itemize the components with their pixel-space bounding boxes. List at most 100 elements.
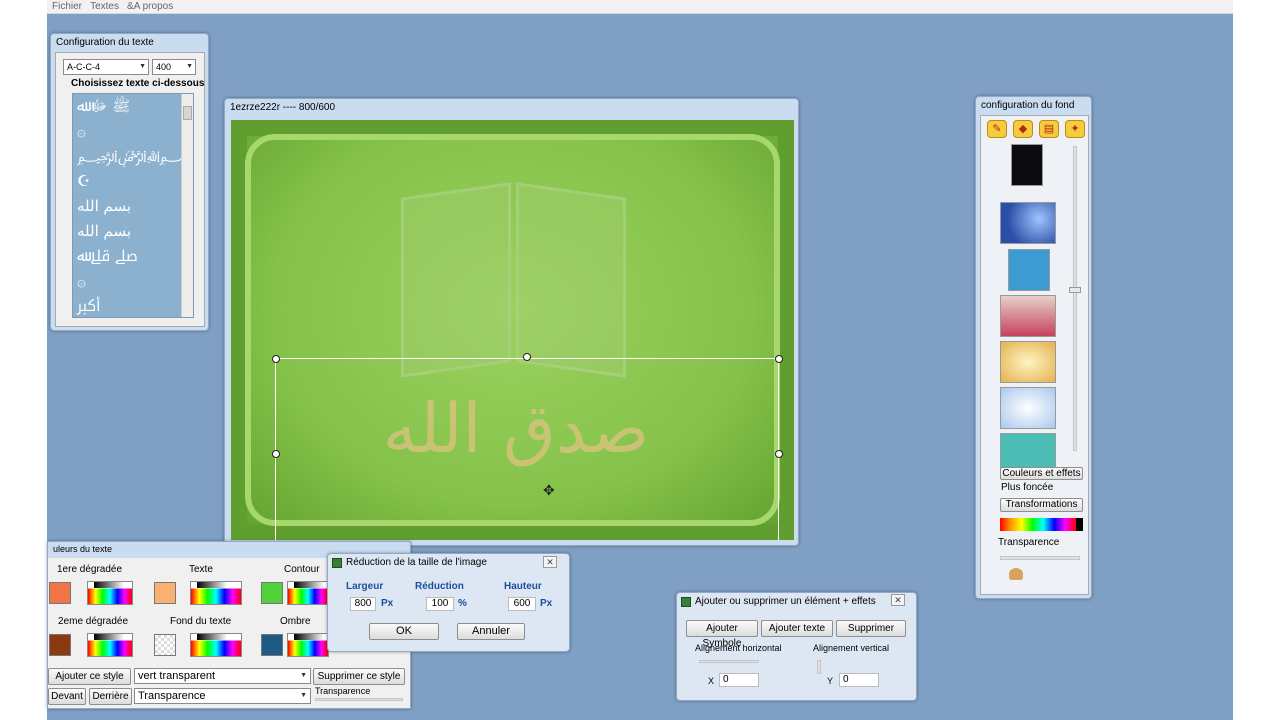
list-item[interactable]: ﷺ ﷻ ﷲ <box>73 94 193 119</box>
supprimer-button[interactable]: Supprimer <box>836 620 906 637</box>
add-element-window: Ajouter ou supprimer un élément + effets… <box>676 592 917 701</box>
text-config-window: Configuration du texte A-C-C-4 ▼ 400 ▼ Cho… <box>50 33 209 331</box>
style-select[interactable]: vert transparent ▼ <box>134 668 311 684</box>
glyph-list[interactable]: ﷺ ﷻ ﷲ ۞ ﷽ ☪ بسم الله بسم الله ﷰ ﷱ ﷲ ۞ ﷳ <box>72 93 194 318</box>
background-thumbnail-child[interactable] <box>1000 295 1056 337</box>
texte-label: Texte <box>189 564 213 575</box>
app-icon <box>332 558 342 568</box>
grad2-color-swatch[interactable] <box>49 634 71 656</box>
quran-book-left-page <box>401 182 511 378</box>
thumbnail-scrollbar[interactable] <box>1069 146 1081 451</box>
color-icon[interactable]: ◆ <box>1013 120 1033 138</box>
style-select-value: vert transparent <box>138 670 216 682</box>
size-combo-value: 400 <box>156 62 172 72</box>
fond-texte-color-picker[interactable] <box>190 633 242 657</box>
font-combo[interactable]: A-C-C-4 ▼ <box>63 59 149 75</box>
background-thumbnail-blue-stars[interactable] <box>1000 202 1056 244</box>
shell-icon <box>1009 568 1023 580</box>
scrollbar-thumb[interactable] <box>1069 287 1081 293</box>
list-item[interactable]: بسم الله <box>73 219 193 244</box>
ombre-label: Ombre <box>280 616 311 627</box>
largeur-input[interactable]: 800 <box>350 597 376 611</box>
gallery-icon[interactable]: ▤ <box>1039 120 1059 138</box>
resize-handle[interactable] <box>272 450 280 458</box>
grad1-color-swatch[interactable] <box>49 582 71 604</box>
move-cursor-icon: ✥ <box>543 482 555 498</box>
image-canvas[interactable]: صدق الله العظيم ✥ <box>231 120 794 540</box>
largeur-unit: Px <box>381 598 394 609</box>
menu-a-propos[interactable]: &A propos <box>127 0 173 13</box>
texte-color-picker[interactable] <box>190 581 242 605</box>
supprimer-style-button[interactable]: Supprimer ce style <box>313 668 405 685</box>
resize-handle[interactable] <box>272 355 280 363</box>
derriere-button[interactable]: Derrière <box>89 688 132 705</box>
menu-textes[interactable]: Textes <box>90 0 119 13</box>
app-icon <box>681 597 691 607</box>
transparence-label: Transparence <box>998 537 1060 548</box>
image-editor-window: 1ezrze222r ---- 800/600 صدق الله العظيم … <box>224 98 799 546</box>
background-config-panel: ✎ ◆ ▤ ✦ Couleurs et effets Plus foncée T… <box>980 115 1089 595</box>
selection-box[interactable] <box>275 358 779 540</box>
list-item[interactable]: ﷽ <box>73 144 193 169</box>
chevron-down-icon: ▼ <box>300 692 307 699</box>
ombre-color-picker[interactable] <box>287 633 329 657</box>
open-image-icon[interactable]: ✎ <box>987 120 1007 138</box>
chevron-down-icon: ▼ <box>186 63 193 70</box>
menu-bar: Fichier Textes &A propos <box>47 0 1233 14</box>
contour-color-swatch[interactable] <box>261 582 283 604</box>
rotate-handle[interactable] <box>523 353 531 361</box>
background-thumbnail-sky[interactable] <box>1008 249 1050 291</box>
x-input[interactable]: 0 <box>719 673 759 687</box>
reduction-input[interactable]: 100 <box>426 597 454 611</box>
resize-handle[interactable] <box>775 450 783 458</box>
list-item[interactable]: ﷰ ﷱ ﷲ <box>73 244 193 269</box>
horizontal-align-slider[interactable] <box>699 660 759 663</box>
close-icon[interactable]: ✕ <box>543 556 557 568</box>
image-editor-title: 1ezrze222r ---- 800/600 <box>230 102 336 113</box>
list-item[interactable]: بسم الله <box>73 194 193 219</box>
list-item[interactable]: ﷳ <box>73 294 193 317</box>
ajouter-texte-button[interactable]: Ajouter texte <box>761 620 833 637</box>
scrollbar-thumb[interactable] <box>183 106 192 120</box>
ajouter-symbole-button[interactable]: Ajouter Symbole <box>686 620 758 649</box>
background-thumbnail-black[interactable] <box>1011 144 1043 186</box>
texte-color-swatch[interactable] <box>154 582 176 604</box>
transparence-slider[interactable] <box>1000 556 1080 560</box>
size-combo[interactable]: 400 ▼ <box>152 59 196 75</box>
transparence-select[interactable]: Transparence ▼ <box>134 688 311 704</box>
ajouter-style-button[interactable]: Ajouter ce style <box>48 668 131 685</box>
ok-button[interactable]: OK <box>369 623 439 640</box>
glyph-list-scrollbar[interactable] <box>181 94 193 317</box>
text-config-title: Configuration du texte <box>56 37 154 48</box>
text-transparence-slider[interactable] <box>315 698 403 701</box>
color-spectrum[interactable] <box>1000 518 1076 531</box>
reduction-unit: % <box>458 598 467 609</box>
y-input[interactable]: 0 <box>839 673 879 687</box>
list-item[interactable]: ۞ <box>73 119 193 144</box>
contour-label: Contour <box>284 564 320 575</box>
ombre-color-swatch[interactable] <box>261 634 283 656</box>
hauteur-input[interactable]: 600 <box>508 597 536 611</box>
transformations-button[interactable]: Transformations <box>1000 498 1083 512</box>
vertical-align-slider[interactable] <box>817 660 821 674</box>
list-item[interactable]: ☪ <box>73 169 193 194</box>
fond-texte-color-swatch[interactable] <box>154 634 176 656</box>
transparence-select-value: Transparence <box>138 690 206 702</box>
contour-color-picker[interactable] <box>287 581 329 605</box>
close-icon[interactable]: ✕ <box>891 594 905 606</box>
resize-handle[interactable] <box>775 355 783 363</box>
annuler-button[interactable]: Annuler <box>457 623 525 640</box>
menu-fichier[interactable]: Fichier <box>52 0 82 13</box>
list-item[interactable]: ۞ <box>73 269 193 294</box>
couleurs-effets-button[interactable]: Couleurs et effets <box>1000 467 1083 480</box>
background-thumbnail-light-blue[interactable] <box>1000 387 1056 429</box>
background-thumbnail-gold-book[interactable] <box>1000 341 1056 383</box>
grad1-color-picker[interactable] <box>87 581 133 605</box>
color-black-swatch[interactable] <box>1076 518 1083 531</box>
grad2-color-picker[interactable] <box>87 633 133 657</box>
x-label: X <box>708 676 715 686</box>
reduction-label: Réduction <box>415 581 464 592</box>
quran-book-right-page <box>516 182 626 378</box>
effects-icon[interactable]: ✦ <box>1065 120 1085 138</box>
devant-button[interactable]: Devant <box>48 688 86 705</box>
